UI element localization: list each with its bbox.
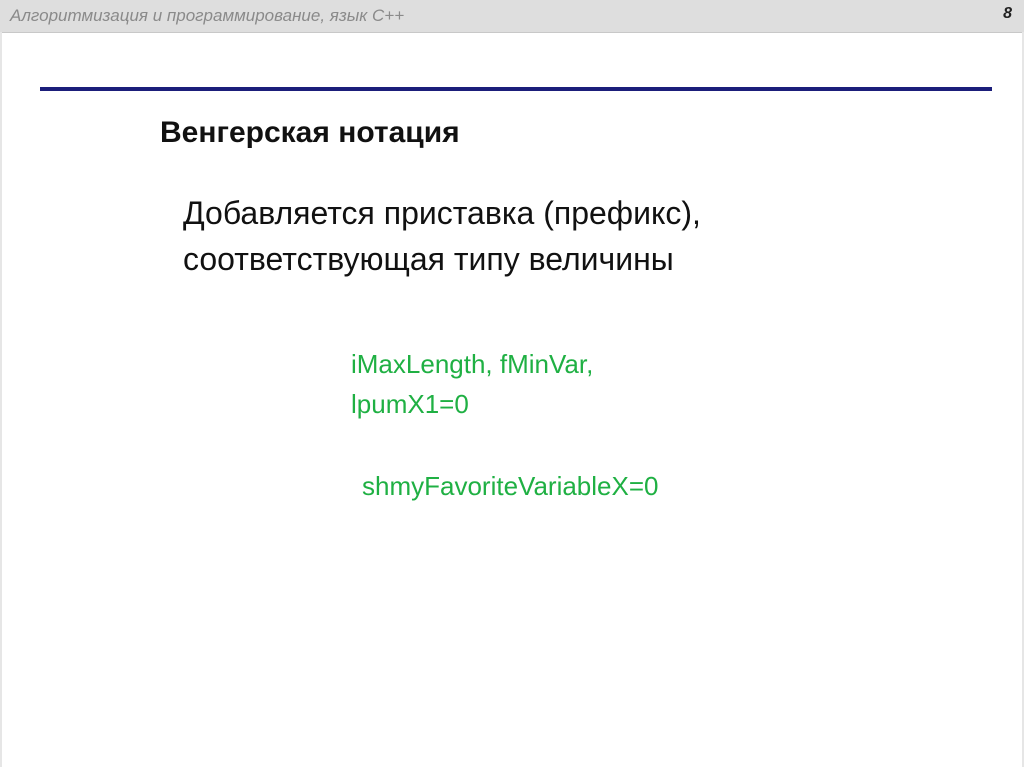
code-line: lpumX1=0 — [351, 389, 469, 419]
body-line: соответствующая типу величины — [183, 241, 674, 277]
slide-title: Венгерская нотация — [160, 116, 460, 149]
header-bar: Алгоритмизация и программирование, язык … — [0, 0, 1024, 33]
course-title: Алгоритмизация и программирование, язык … — [10, 6, 405, 25]
left-border — [0, 32, 2, 767]
body-line: Добавляется приставка (префикс), — [183, 195, 701, 231]
code-line: iMaxLength, fMinVar, — [351, 349, 594, 379]
body-text: Добавляется приставка (префикс), соответ… — [183, 190, 701, 282]
title-divider — [40, 87, 992, 91]
page-number: 8 — [1003, 5, 1012, 22]
slide: Алгоритмизация и программирование, язык … — [0, 0, 1024, 767]
code-example-extra: shmyFavoriteVariableX=0 — [362, 471, 659, 501]
code-example: iMaxLength, fMinVar, lpumX1=0 — [351, 344, 593, 424]
